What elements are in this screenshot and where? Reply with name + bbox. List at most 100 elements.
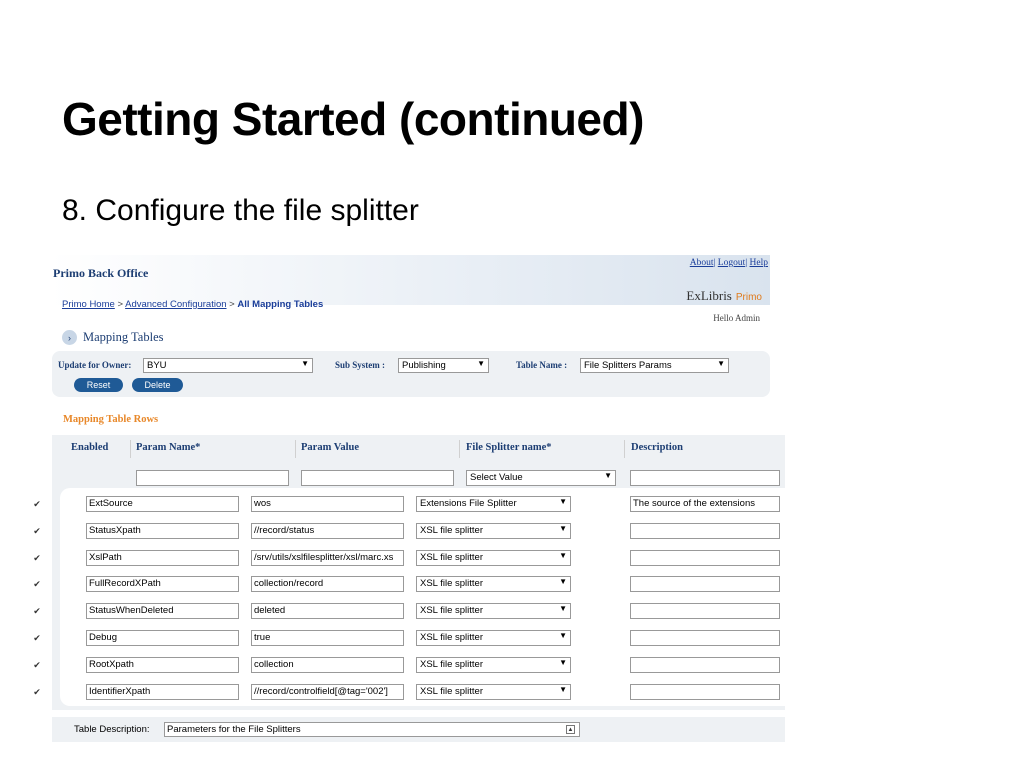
filter-param-name-input[interactable] xyxy=(136,470,289,486)
chevron-down-icon: ▼ xyxy=(559,577,567,586)
breadcrumb-sep: > xyxy=(229,299,235,310)
breadcrumb-sep: > xyxy=(117,299,123,310)
file-splitter-select-value: XSL file splitter xyxy=(420,525,484,536)
param-value-input[interactable]: /srv/utils/xslfilesplitter/xsl/marc.xs xyxy=(251,550,404,566)
param-name-input[interactable]: FullRecordXPath xyxy=(86,576,239,592)
about-link[interactable]: About xyxy=(690,258,714,268)
filter-splitter-select[interactable]: Select Value ▼ xyxy=(466,470,616,486)
chevron-down-icon: ▼ xyxy=(559,604,567,613)
description-input[interactable] xyxy=(630,576,780,592)
subsystem-select[interactable]: Publishing ▼ xyxy=(398,358,489,373)
file-splitter-select[interactable]: XSL file splitter ▼ xyxy=(416,576,571,592)
description-input[interactable] xyxy=(630,657,780,673)
param-name-input[interactable]: Debug xyxy=(86,630,239,646)
table-body xyxy=(60,488,785,706)
param-name-input[interactable]: StatusWhenDeleted xyxy=(86,603,239,619)
enabled-checkbox[interactable]: ✔ xyxy=(32,553,42,563)
header-description: Description xyxy=(631,442,683,453)
param-name-input[interactable]: IdentifierXpath xyxy=(86,684,239,700)
chevron-down-icon: ▼ xyxy=(559,524,567,533)
table-name-label: Table Name : xyxy=(516,360,568,370)
description-input[interactable] xyxy=(630,523,780,539)
logo-product: Primo xyxy=(735,292,762,303)
file-splitter-select-value: XSL file splitter xyxy=(420,632,484,643)
top-links: About| Logout| Help xyxy=(689,258,768,268)
file-splitter-select[interactable]: Extensions File Splitter ▼ xyxy=(416,496,571,512)
filter-description-input[interactable] xyxy=(630,470,780,486)
file-splitter-select[interactable]: XSL file splitter ▼ xyxy=(416,523,571,539)
enabled-checkbox[interactable]: ✔ xyxy=(32,660,42,670)
description-input[interactable] xyxy=(630,630,780,646)
greeting: Hello Admin xyxy=(713,313,760,323)
filter-param-value-input[interactable] xyxy=(301,470,454,486)
file-splitter-select-value: XSL file splitter xyxy=(420,686,484,697)
description-input[interactable]: The source of the extensions xyxy=(630,496,780,512)
param-value-input[interactable]: wos xyxy=(251,496,404,512)
section-title: Mapping Tables xyxy=(83,330,164,344)
file-splitter-select[interactable]: XSL file splitter ▼ xyxy=(416,630,571,646)
table-name-select[interactable]: File Splitters Params ▼ xyxy=(580,358,729,373)
param-name-input[interactable]: XslPath xyxy=(86,550,239,566)
section-header: › Mapping Tables xyxy=(62,330,163,345)
header-param-value: Param Value xyxy=(301,442,360,453)
file-splitter-select-value: XSL file splitter xyxy=(420,659,484,670)
exlibris-logo: ExLibris Primo xyxy=(686,288,762,304)
help-link[interactable]: Help xyxy=(750,258,768,268)
header-file-splitter: File Splitter name* xyxy=(466,442,552,453)
subsystem-select-value: Publishing xyxy=(402,360,446,371)
chevron-down-icon: ▼ xyxy=(604,471,612,480)
owner-panel: Update for Owner: BYU ▼ Sub System : Pub… xyxy=(52,351,770,397)
file-splitter-select-value: XSL file splitter xyxy=(420,605,484,616)
enabled-checkbox[interactable]: ✔ xyxy=(32,526,42,536)
resize-scroll-icon[interactable]: ▲ xyxy=(566,725,575,734)
param-value-input[interactable]: collection xyxy=(251,657,404,673)
logo-text: ExLibris xyxy=(686,288,732,303)
description-input[interactable] xyxy=(630,603,780,619)
owner-select[interactable]: BYU ▼ xyxy=(143,358,313,373)
breadcrumb-advanced[interactable]: Advanced Configuration xyxy=(125,299,226,310)
subsystem-label: Sub System : xyxy=(335,360,386,370)
param-name-input[interactable]: RootXpath xyxy=(86,657,239,673)
chevron-down-icon: ▼ xyxy=(559,497,567,506)
table-name-select-value: File Splitters Params xyxy=(584,360,672,371)
param-value-input[interactable]: collection/record xyxy=(251,576,404,592)
owner-label: Update for Owner: xyxy=(58,360,132,370)
chevron-down-icon: ▼ xyxy=(559,685,567,694)
param-value-input[interactable]: deleted xyxy=(251,603,404,619)
file-splitter-select[interactable]: XSL file splitter ▼ xyxy=(416,603,571,619)
enabled-checkbox[interactable]: ✔ xyxy=(32,499,42,509)
enabled-checkbox[interactable]: ✔ xyxy=(32,687,42,697)
file-splitter-select[interactable]: XSL file splitter ▼ xyxy=(416,657,571,673)
column-divider xyxy=(624,440,625,458)
param-value-input[interactable]: true xyxy=(251,630,404,646)
param-name-input[interactable]: StatusXpath xyxy=(86,523,239,539)
reset-button[interactable]: Reset xyxy=(74,378,123,392)
file-splitter-select-value: Extensions File Splitter xyxy=(420,498,517,509)
enabled-checkbox[interactable]: ✔ xyxy=(32,606,42,616)
chevron-down-icon: ▼ xyxy=(301,359,309,368)
filter-splitter-select-value: Select Value xyxy=(470,472,523,483)
table-description-value: Parameters for the File Splitters xyxy=(167,724,301,735)
breadcrumb-home[interactable]: Primo Home xyxy=(62,299,115,310)
breadcrumb: Primo Home > Advanced Configuration > Al… xyxy=(62,299,323,310)
enabled-checkbox[interactable]: ✔ xyxy=(32,633,42,643)
header-enabled: Enabled xyxy=(71,442,109,453)
param-value-input[interactable]: //record/status xyxy=(251,523,404,539)
param-value-input[interactable]: //record/controlfield[@tag='002'] xyxy=(251,684,404,700)
table-description-bar: Table Description: Parameters for the Fi… xyxy=(52,717,785,742)
description-input[interactable] xyxy=(630,684,780,700)
table-description-input[interactable]: Parameters for the File Splitters ▲ xyxy=(164,722,580,737)
delete-button[interactable]: Delete xyxy=(132,378,183,392)
chevron-down-icon: ▼ xyxy=(477,359,485,368)
file-splitter-select[interactable]: XSL file splitter ▼ xyxy=(416,684,571,700)
file-splitter-select-value: XSL file splitter xyxy=(420,552,484,563)
header-param-name: Param Name* xyxy=(136,442,201,453)
logout-link[interactable]: Logout xyxy=(718,258,745,268)
primo-back-office-window: Primo Back Office About| Logout| Help Ex… xyxy=(33,255,785,745)
chevron-down-icon: ▼ xyxy=(717,359,725,368)
file-splitter-select[interactable]: XSL file splitter ▼ xyxy=(416,550,571,566)
param-name-input[interactable]: ExtSource xyxy=(86,496,239,512)
description-input[interactable] xyxy=(630,550,780,566)
enabled-checkbox[interactable]: ✔ xyxy=(32,579,42,589)
table-description-label: Table Description: xyxy=(74,724,150,735)
